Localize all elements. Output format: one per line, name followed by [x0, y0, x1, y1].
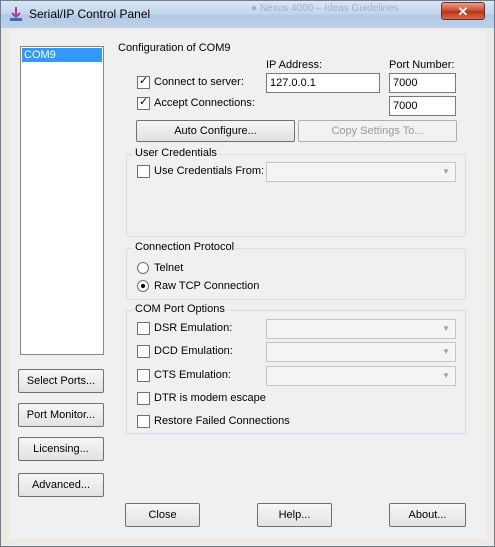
chevron-down-icon: ▼ [442, 324, 450, 333]
accept-connections-checkbox[interactable]: ✓ [137, 96, 150, 110]
port-number-header: Port Number: [389, 59, 455, 71]
dsr-emulation-label: DSR Emulation: [154, 322, 233, 334]
radio-selected-dot [141, 284, 145, 288]
window-title: Serial/IP Control Panel [29, 7, 151, 21]
dsr-emulation-dropdown[interactable]: ▼ [266, 319, 456, 339]
title-bar[interactable]: Serial/IP Control Panel ● Nexus 4000 – I… [1, 1, 494, 28]
auto-configure-button[interactable]: Auto Configure... [136, 120, 295, 142]
connect-to-server-label: Connect to server: [154, 76, 244, 88]
connection-protocol-title: Connection Protocol [133, 241, 237, 253]
ip-address-header: IP Address: [266, 59, 323, 71]
dcd-emulation-dropdown[interactable]: ▼ [266, 342, 456, 362]
com-port-options-title: COM Port Options [133, 303, 227, 315]
accept-connections-label: Accept Connections: [154, 97, 255, 109]
cts-emulation-label: CTS Emulation: [154, 369, 232, 381]
connection-protocol-group: Connection Protocol [126, 241, 466, 300]
use-credentials-checkbox[interactable] [137, 165, 150, 178]
credentials-dropdown[interactable]: ▼ [266, 162, 456, 182]
dcd-emulation-checkbox[interactable] [137, 345, 150, 358]
connect-to-server-checkbox[interactable]: ✓ [137, 75, 150, 89]
accept-port-field[interactable]: 7000 [389, 96, 456, 116]
raw-tcp-label: Raw TCP Connection [154, 280, 260, 292]
use-credentials-label: Use Credentials From: [154, 165, 265, 177]
about-button[interactable]: About... [389, 503, 466, 527]
ip-address-field[interactable]: 127.0.0.1 [266, 73, 380, 93]
user-credentials-title: User Credentials [133, 147, 219, 159]
select-ports-button[interactable]: Select Ports... [18, 369, 104, 393]
connect-port-field[interactable]: 7000 [389, 73, 456, 93]
restore-failed-label: Restore Failed Connections [154, 415, 290, 427]
port-list-item-com9[interactable]: COM9 [22, 48, 102, 62]
checkmark-icon: ✓ [139, 75, 149, 87]
dcd-emulation-label: DCD Emulation: [154, 345, 233, 357]
configuration-group-title: Configuration of COM9 [118, 42, 231, 54]
help-button[interactable]: Help... [257, 503, 332, 527]
telnet-radio[interactable] [137, 262, 149, 274]
window: Serial/IP Control Panel ● Nexus 4000 – I… [0, 0, 495, 547]
copy-settings-button[interactable]: Copy Settings To... [298, 120, 457, 142]
app-icon [10, 7, 22, 21]
background-window-title: ● Nexus 4000 – Ideas Guidelines [251, 3, 399, 14]
close-window-button[interactable]: ✕ [441, 2, 485, 20]
port-monitor-button[interactable]: Port Monitor... [18, 403, 104, 427]
checkmark-icon: ✓ [139, 96, 149, 108]
restore-failed-checkbox[interactable] [137, 415, 150, 428]
dtr-modem-escape-checkbox[interactable] [137, 392, 150, 405]
dsr-emulation-checkbox[interactable] [137, 322, 150, 335]
dtr-modem-escape-label: DTR is modem escape [154, 392, 266, 404]
cts-emulation-checkbox[interactable] [137, 369, 150, 382]
chevron-down-icon: ▼ [442, 167, 450, 176]
cts-emulation-dropdown[interactable]: ▼ [266, 366, 456, 386]
port-list[interactable]: COM9 [20, 46, 104, 355]
chevron-down-icon: ▼ [442, 347, 450, 356]
telnet-label: Telnet [154, 262, 184, 274]
licensing-button[interactable]: Licensing... [18, 437, 104, 461]
raw-tcp-radio[interactable] [137, 280, 149, 292]
chevron-down-icon: ▼ [442, 371, 450, 380]
close-button[interactable]: Close [125, 503, 200, 527]
advanced-button[interactable]: Advanced... [18, 473, 104, 497]
client-area: COM9 Select Ports... Port Monitor... Lic… [9, 30, 486, 539]
